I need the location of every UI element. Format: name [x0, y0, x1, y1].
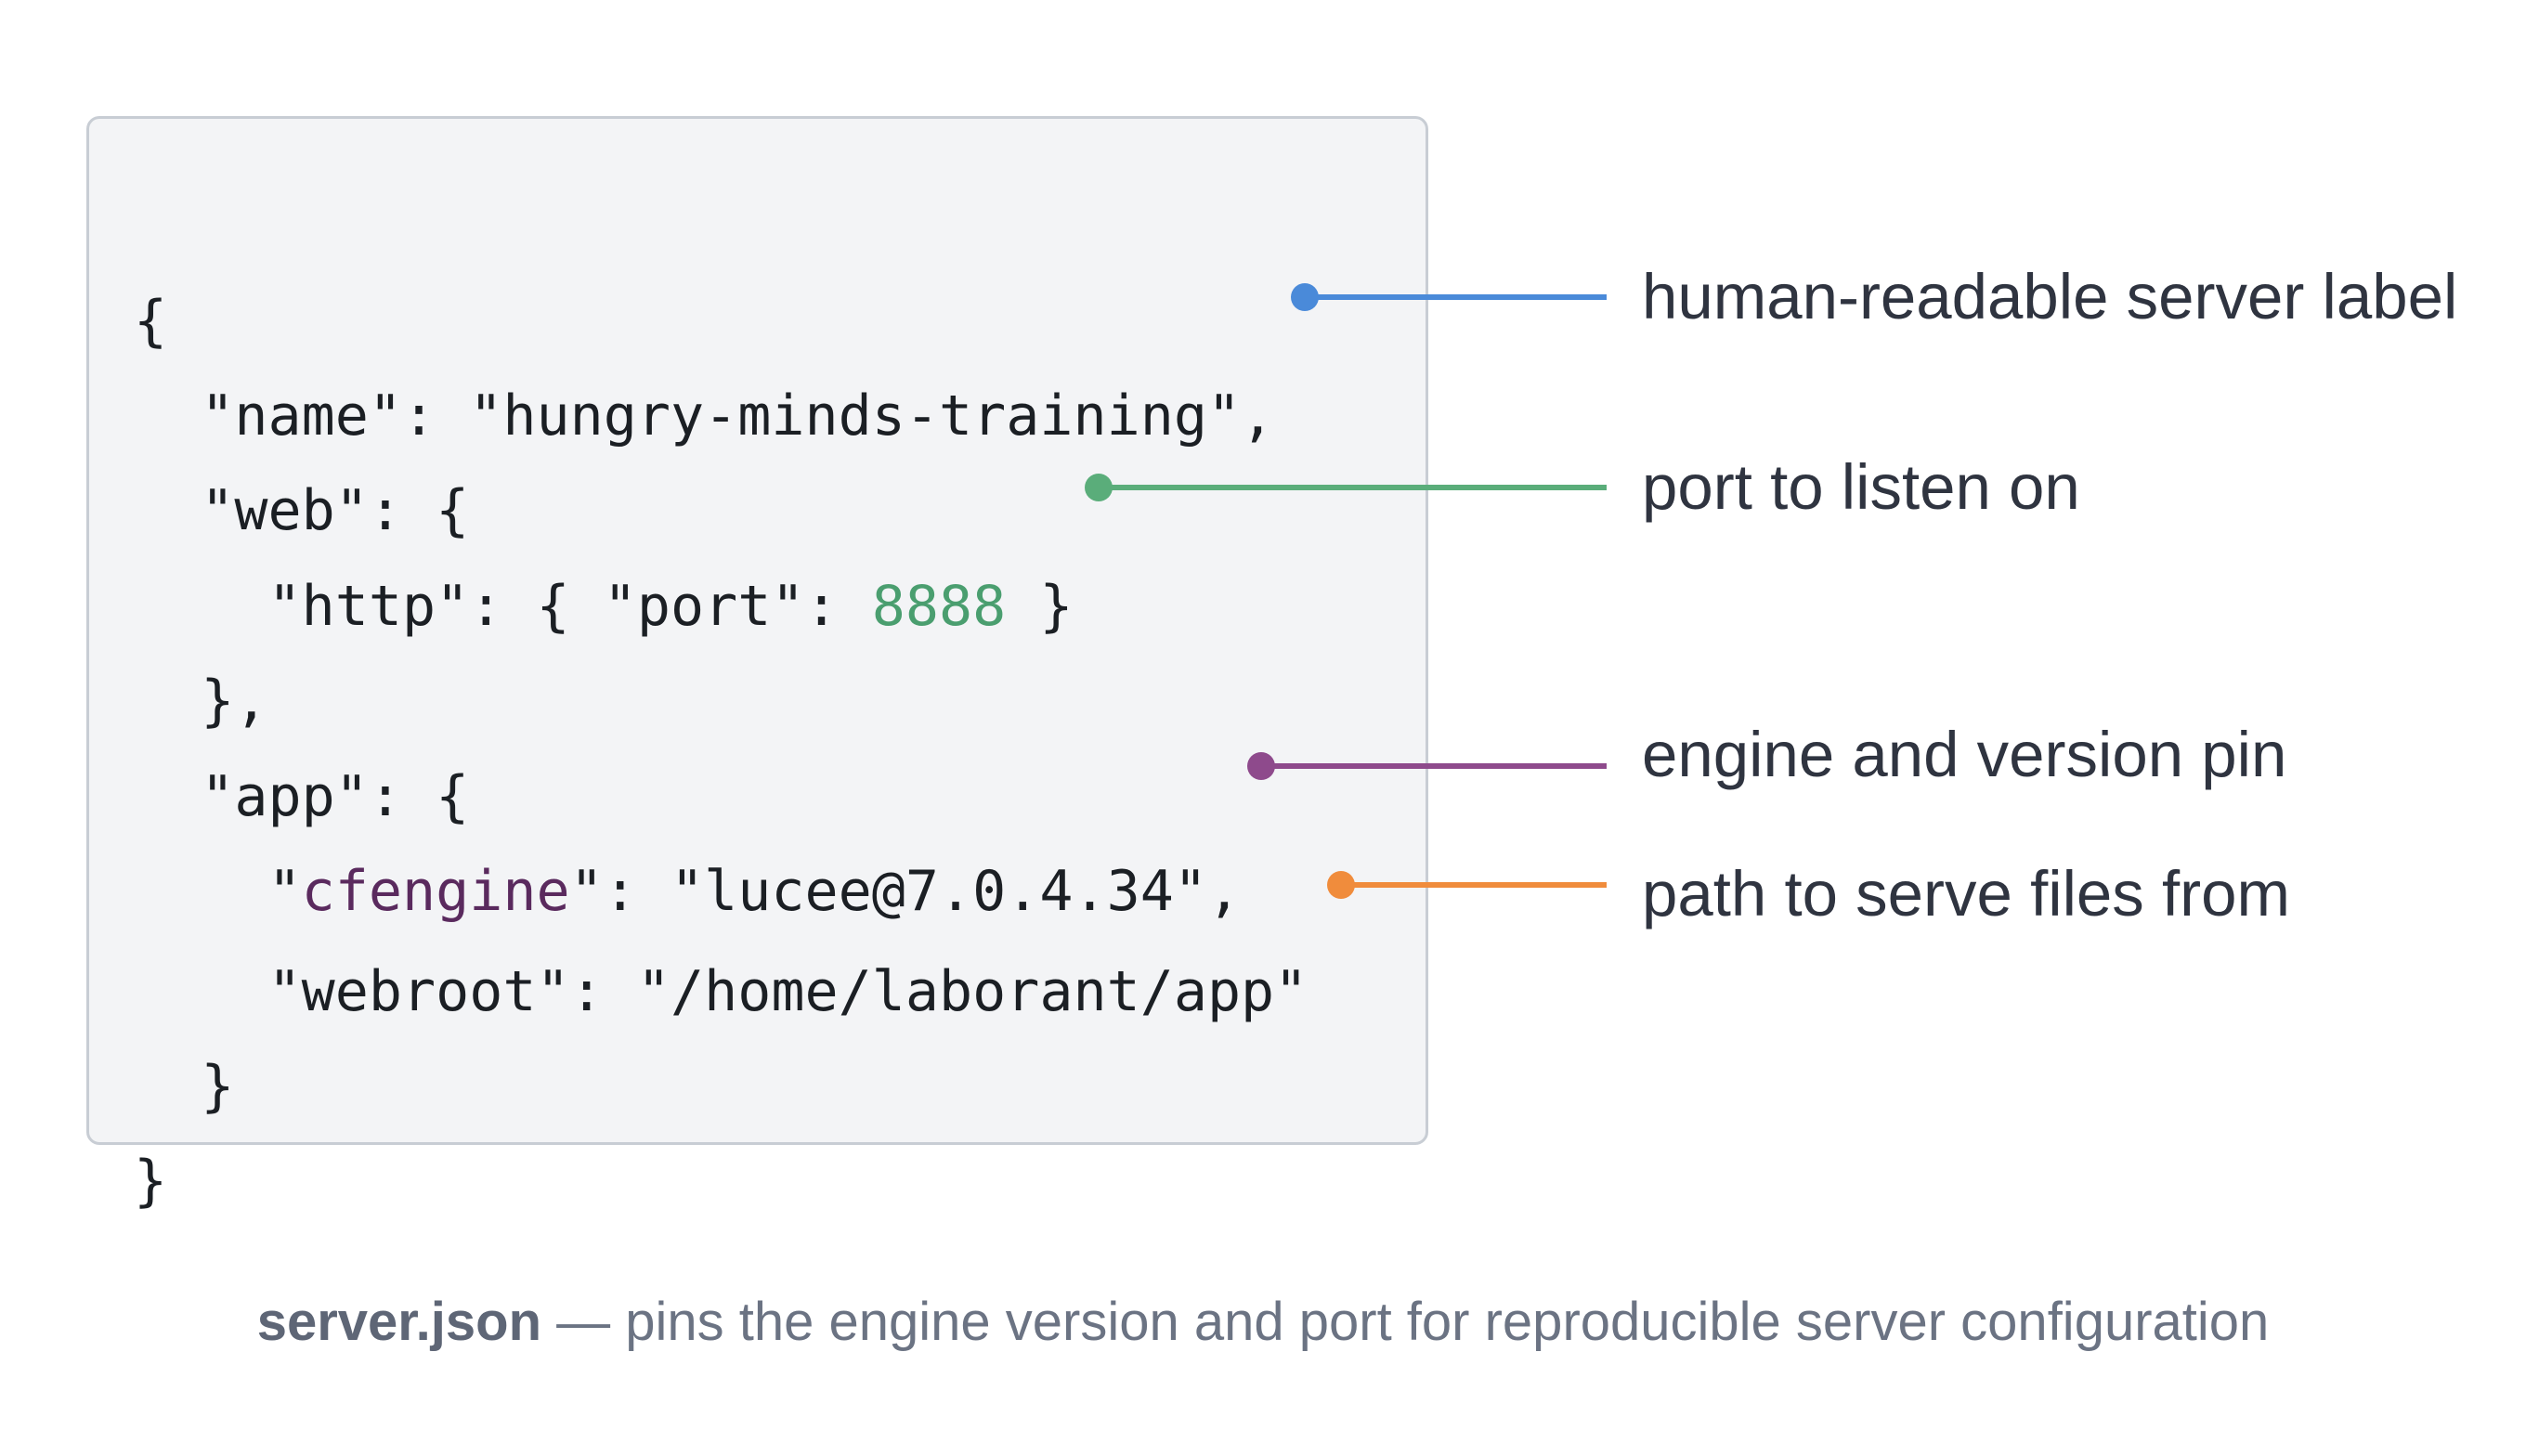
port-number-token: 8888: [871, 574, 1007, 639]
code-token: ": [134, 859, 302, 924]
callout-label-port: port to listen on: [1642, 451, 2080, 523]
code-token: }: [1006, 574, 1074, 639]
code-line-http: "http": { "port": 8888 }: [134, 560, 1073, 653]
code-line-webroot: "webroot": "/home/laborant/app": [134, 959, 1309, 1024]
code-line-app: "app": {: [134, 764, 470, 829]
code-line: {: [134, 289, 168, 354]
code-line: },: [134, 669, 268, 734]
code-line: }: [134, 1149, 168, 1214]
caption-text: — pins the engine version and port for r…: [541, 1292, 2270, 1352]
caption: server.json — pins the engine version an…: [0, 1285, 2526, 1359]
code-block: { "name": "hungry-minds-training", "web"…: [86, 116, 1428, 1214]
code-line-cfengine: "cfengine": "lucee@7.0.4.34",: [134, 845, 1241, 938]
code-line: }: [134, 1054, 235, 1119]
cfengine-key-token: cfengine: [301, 859, 570, 924]
callout-label-engine: engine and version pin: [1642, 719, 2287, 790]
caption-filename: server.json: [256, 1292, 542, 1352]
code-token: ": "lucee@7.0.4.34",: [569, 859, 1242, 924]
callout-label-webroot: path to serve files from: [1642, 858, 2290, 930]
code-token: "http": { "port":: [134, 574, 872, 639]
callout-label-name: human-readable server label: [1642, 261, 2458, 332]
code-line-name: "name": "hungry-minds-training",: [134, 384, 1275, 448]
code-line-web: "web": {: [134, 478, 470, 543]
